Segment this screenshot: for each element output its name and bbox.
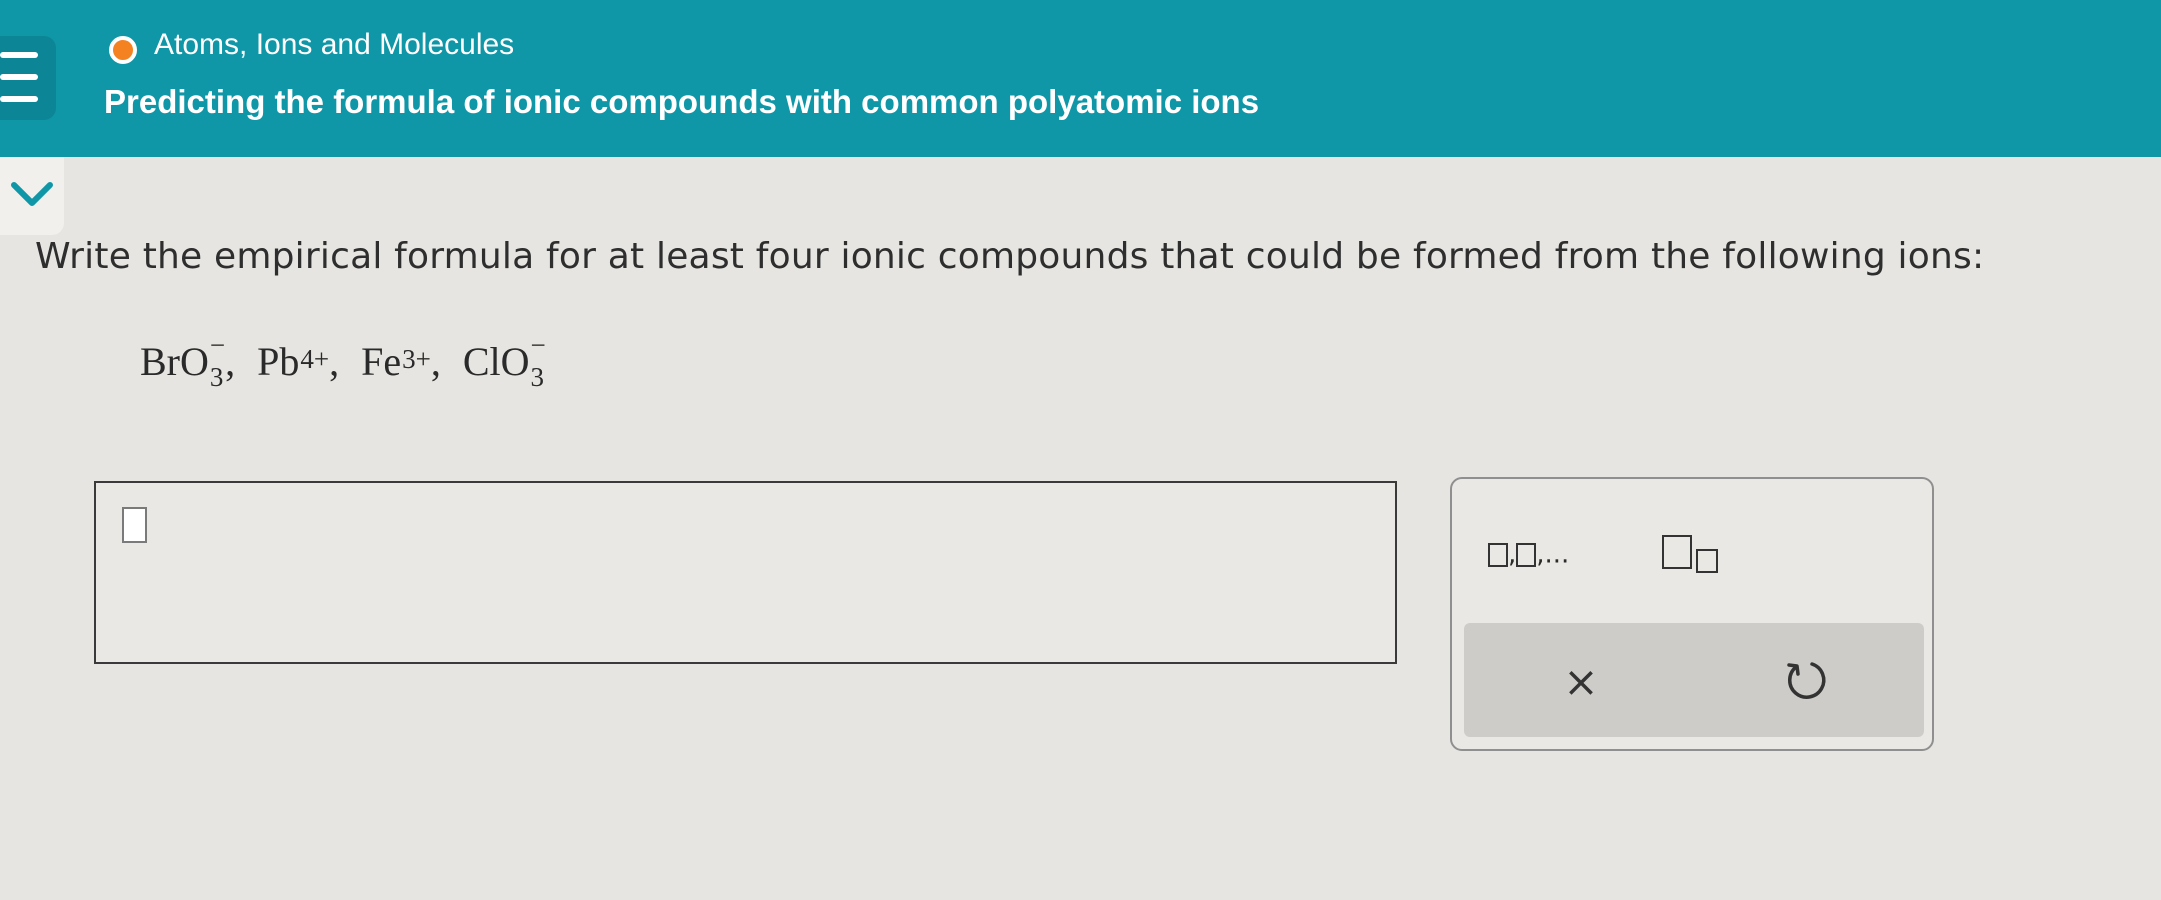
ion-list: BrO −3, Pb 4+, Fe 3+, ClO −3 [140, 332, 558, 393]
ion-base: Fe [361, 339, 402, 384]
answer-input[interactable] [94, 481, 1397, 664]
clear-button[interactable]: × [1554, 655, 1608, 709]
ion-subscript: 3 [530, 362, 545, 393]
ion-chlorate: ClO −3 [462, 332, 558, 393]
menu-line-icon [0, 52, 38, 58]
ion-separator: , [225, 339, 236, 384]
header-bar: Atoms, Ions and Molecules Predicting the… [0, 0, 2161, 157]
ion-base: Pb [257, 339, 300, 384]
ion-iron: Fe 3+, [361, 338, 453, 385]
ion-base: BrO [140, 339, 209, 384]
chevron-down-icon [11, 182, 53, 206]
placeholder-box-icon [1488, 542, 1508, 567]
ion-lead: Pb 4+, [257, 338, 351, 385]
collapse-button[interactable] [0, 157, 64, 235]
subscript-box-icon [1696, 549, 1718, 573]
ion-base: ClO [462, 339, 530, 384]
placeholder-box-icon [1516, 542, 1537, 567]
answer-placeholder-box[interactable] [122, 507, 147, 543]
page-title: Predicting the formula of ionic compound… [104, 83, 1260, 120]
math-tool-panel: ,,... × [1450, 477, 1934, 751]
menu-line-icon [0, 74, 38, 80]
menu-line-icon [0, 96, 38, 102]
ion-charge: − [530, 330, 546, 361]
subscript-template-icon [1662, 535, 1692, 569]
ion-charge: − [209, 330, 226, 361]
topic-status-icon [109, 36, 137, 64]
ion-bromate: BrO −3, [140, 332, 247, 393]
menu-button[interactable] [0, 36, 56, 120]
question-prompt: Write the empirical formula for at least… [35, 236, 1985, 277]
undo-button[interactable] [1780, 653, 1834, 707]
ion-charge: 4+ [300, 343, 330, 374]
ion-separator: , [329, 339, 340, 384]
tool-actions-bar: × [1464, 623, 1924, 737]
list-template-label: ,... [1536, 539, 1570, 570]
ion-charge: 3+ [402, 343, 431, 374]
ion-separator: , [430, 339, 441, 384]
ion-subscript: 3 [209, 362, 224, 393]
subscript-template-button[interactable] [1662, 535, 1736, 583]
undo-icon [1787, 662, 1826, 699]
list-separator: , [1508, 539, 1517, 570]
list-template-button[interactable]: ,,... [1488, 539, 1569, 570]
topic-label: Atoms, Ions and Molecules [154, 28, 515, 61]
